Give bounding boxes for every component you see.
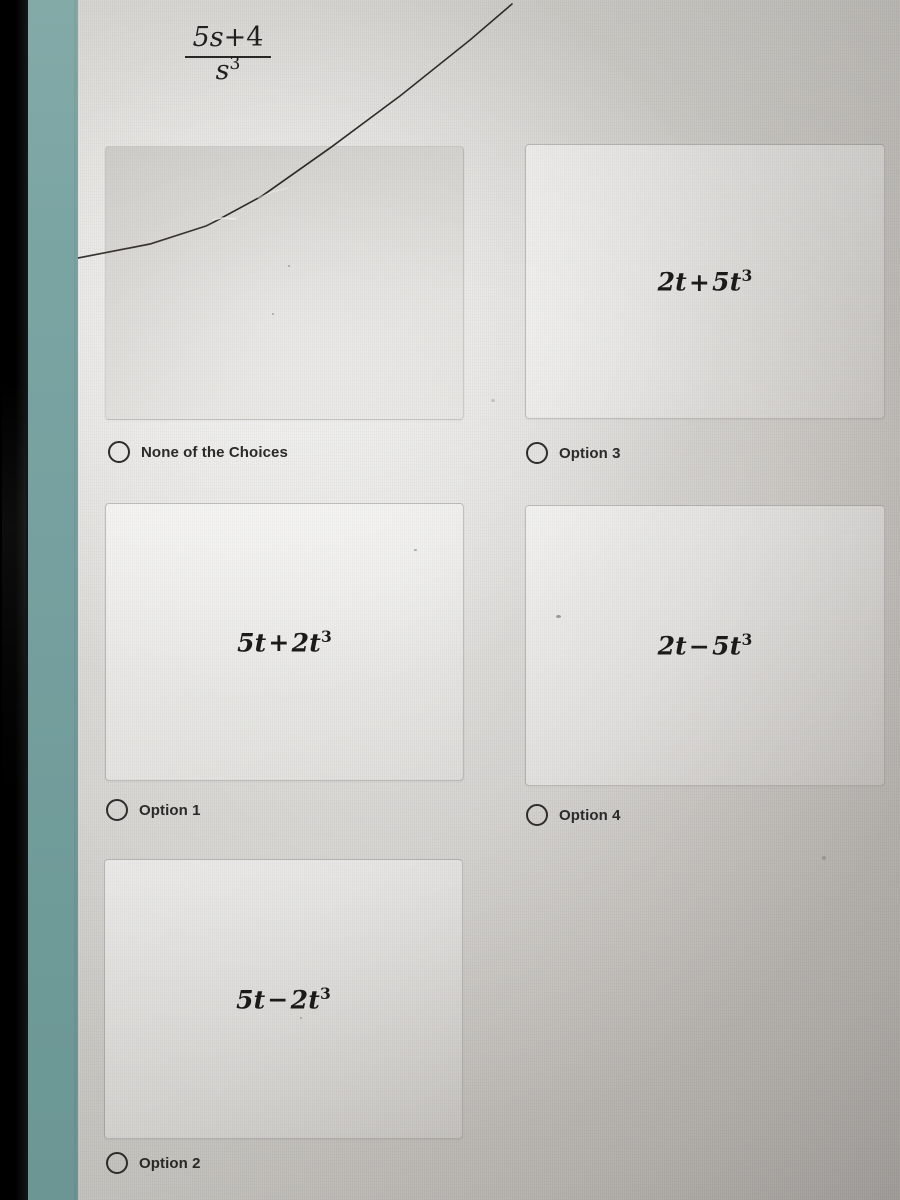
term2-exponent: 3 — [741, 266, 753, 286]
quiz-content-area: 5s+4 s3 None of the Choices 2t+5t3 Optio… — [78, 0, 900, 1200]
radio-label-option-3[interactable]: Option 3 — [559, 445, 621, 462]
term2-coefficient: 5 — [712, 631, 730, 661]
page-left-margin-strip — [28, 0, 78, 1200]
term2-exponent: 3 — [320, 626, 332, 646]
answer-expression-option-2: 5t−2t3 — [236, 984, 331, 1014]
expression-operator: − — [267, 985, 289, 1015]
question-expression: 5s+4 s3 — [118, 22, 338, 87]
denominator-exponent: 3 — [229, 53, 241, 74]
numerator-constant: 4 — [246, 22, 264, 53]
term1-variable: t — [675, 267, 687, 297]
answer-card-option-4[interactable]: 2t−5t3 — [525, 505, 885, 786]
radio-label-option-2[interactable]: Option 2 — [139, 1155, 201, 1172]
dust-speck — [272, 313, 274, 315]
device-bezel — [0, 0, 28, 1200]
answer-card-none-of-the-choices[interactable] — [105, 146, 464, 420]
fraction: 5s+4 s3 — [184, 22, 272, 87]
term1-variable: t — [254, 628, 267, 658]
expression-operator: + — [688, 267, 711, 297]
radio-label-option-4[interactable]: Option 4 — [559, 807, 621, 824]
radio-button-none-of-the-choices[interactable] — [108, 441, 130, 463]
dust-speck — [300, 1017, 302, 1019]
answer-card-option-3[interactable]: 2t+5t3 — [525, 144, 885, 419]
answer-row-option-2[interactable]: Option 2 — [106, 1152, 201, 1174]
radio-button-option-3[interactable] — [526, 442, 548, 464]
term2-coefficient: 5 — [712, 267, 730, 297]
term1-coefficient: 2 — [657, 267, 676, 297]
denominator-variable: s — [215, 54, 230, 86]
expression-operator: − — [688, 631, 711, 661]
dust-speck — [491, 399, 495, 402]
term2-variable: t — [308, 985, 320, 1015]
answer-expression-option-4: 2t−5t3 — [658, 630, 753, 660]
answer-row-option-1[interactable]: Option 1 — [106, 799, 201, 821]
term1-coefficient: 5 — [236, 985, 254, 1015]
radio-label-none-of-the-choices[interactable]: None of the Choices — [141, 444, 288, 461]
answer-expression-option-1: 5t+2t3 — [237, 627, 332, 657]
bezel-reflection — [2, 380, 26, 800]
term1-variable: t — [675, 631, 687, 661]
answer-expression-option-3: 2t+5t3 — [658, 266, 753, 296]
dust-speck — [822, 856, 826, 860]
term1-coefficient: 2 — [657, 631, 676, 661]
term2-variable: t — [729, 631, 742, 661]
fraction-denominator: s3 — [216, 51, 241, 86]
term2-variable: t — [729, 267, 742, 297]
dust-speck — [288, 265, 290, 267]
answer-card-option-2[interactable]: 5t−2t3 — [104, 859, 463, 1139]
answer-row-none-of-the-choices[interactable]: None of the Choices — [108, 441, 288, 463]
photographed-screen: 5s+4 s3 None of the Choices 2t+5t3 Optio… — [0, 0, 900, 1200]
expression-operator: + — [268, 628, 290, 658]
answer-card-option-1[interactable]: 5t+2t3 — [105, 503, 464, 781]
term2-variable: t — [309, 628, 321, 658]
radio-label-option-1[interactable]: Option 1 — [139, 802, 201, 819]
numerator-operator: + — [223, 22, 247, 53]
radio-button-option-2[interactable] — [106, 1152, 128, 1174]
radio-button-option-1[interactable] — [106, 799, 128, 821]
radio-button-option-4[interactable] — [526, 804, 548, 826]
term2-exponent: 3 — [319, 983, 331, 1003]
dust-speck — [556, 615, 561, 618]
numerator-variable: s — [209, 22, 224, 53]
answer-row-option-3[interactable]: Option 3 — [526, 442, 621, 464]
term1-coefficient: 5 — [237, 628, 255, 658]
term2-coefficient: 2 — [291, 628, 310, 658]
dust-speck — [414, 549, 417, 551]
term1-variable: t — [253, 985, 266, 1015]
term2-coefficient: 2 — [290, 985, 309, 1015]
numerator-coefficient: 5 — [192, 22, 210, 53]
answer-row-option-4[interactable]: Option 4 — [526, 804, 621, 826]
term2-exponent: 3 — [741, 630, 753, 650]
